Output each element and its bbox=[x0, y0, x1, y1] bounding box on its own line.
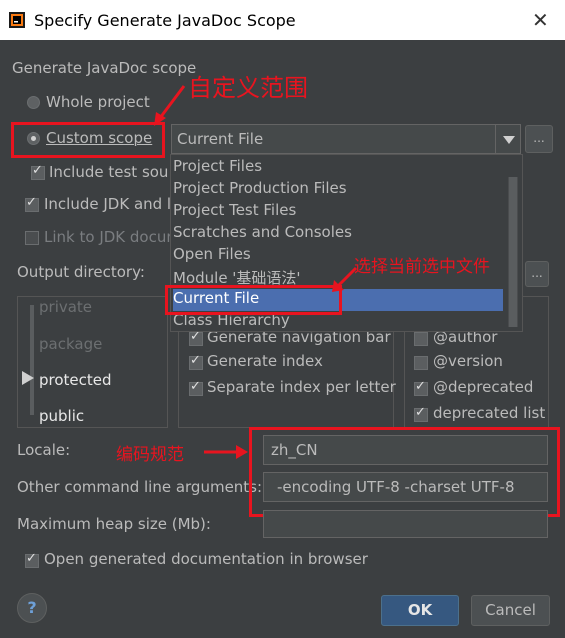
deprecated-label[interactable]: @deprecated bbox=[433, 378, 533, 396]
visibility-public[interactable]: public bbox=[39, 407, 84, 425]
annotation-arrow-icon bbox=[154, 85, 186, 126]
annotation-arrow-icon bbox=[332, 266, 358, 292]
include-jdk-checkbox[interactable] bbox=[25, 195, 39, 212]
output-directory-label: Output directory: bbox=[17, 263, 145, 281]
open-browser-checkbox[interactable] bbox=[25, 551, 39, 568]
help-button[interactable]: ? bbox=[17, 593, 47, 623]
custom-scope-annotation: 自定义范围 bbox=[188, 74, 308, 102]
encoding-annotation: 编码规范 bbox=[116, 445, 184, 465]
encoding-highlight bbox=[249, 427, 560, 517]
heap-label: Maximum heap size (Mb): bbox=[17, 515, 211, 533]
separate-index-label[interactable]: Separate index per letter bbox=[207, 378, 396, 396]
open-browser-label[interactable]: Open generated documentation in browser bbox=[44, 550, 368, 568]
dropdown-scrollbar[interactable] bbox=[508, 177, 518, 327]
include-test-label[interactable]: Include test sources bbox=[49, 163, 169, 181]
visibility-protected[interactable]: protected bbox=[39, 371, 112, 389]
link-jdk-label[interactable]: Link to JDK documentation (instead of ge… bbox=[44, 228, 170, 246]
other-args-label: Other command line arguments: bbox=[17, 478, 263, 496]
current-file-annotation: 选择当前选中文件 bbox=[354, 257, 490, 277]
close-icon[interactable]: ✕ bbox=[532, 8, 549, 32]
chevron-down-icon[interactable] bbox=[495, 125, 520, 153]
include-jdk-label[interactable]: Include JDK and library sources in -sour… bbox=[44, 195, 170, 213]
intellij-app-icon bbox=[9, 12, 25, 28]
heap-field[interactable] bbox=[263, 510, 548, 538]
separate-index-checkbox[interactable] bbox=[189, 379, 203, 396]
scope-combobox-value: Current File bbox=[177, 130, 264, 148]
cancel-button[interactable]: Cancel bbox=[471, 595, 550, 626]
dropdown-item[interactable]: Scratches and Consoles bbox=[173, 223, 352, 245]
dropdown-item[interactable]: Project Files bbox=[173, 157, 262, 179]
version-label[interactable]: @version bbox=[433, 352, 503, 370]
output-browse-button[interactable]: ... bbox=[525, 261, 549, 287]
custom-scope-radio[interactable] bbox=[27, 132, 40, 145]
current-file-highlight bbox=[165, 285, 342, 315]
generate-index-label[interactable]: Generate index bbox=[207, 352, 323, 370]
dropdown-item[interactable]: Project Test Files bbox=[173, 201, 296, 223]
include-test-checkbox[interactable] bbox=[31, 163, 45, 180]
dropdown-item[interactable]: Open Files bbox=[173, 245, 251, 267]
whole-project-radio[interactable] bbox=[27, 96, 40, 109]
custom-scope-label[interactable]: Custom scope bbox=[46, 129, 152, 147]
visibility-private[interactable]: private bbox=[39, 298, 92, 316]
scope-combobox[interactable]: Current File bbox=[171, 124, 521, 154]
dropdown-scrollbar-thumb[interactable] bbox=[509, 177, 517, 327]
dropdown-item[interactable]: Project Production Files bbox=[173, 179, 347, 201]
scope-more-button[interactable]: ... bbox=[525, 125, 553, 153]
slider-handle-icon[interactable] bbox=[22, 371, 34, 385]
deprecated-list-label[interactable]: deprecated list bbox=[433, 404, 545, 422]
window-title: Specify Generate JavaDoc Scope bbox=[34, 11, 296, 30]
visibility-slider-track[interactable] bbox=[30, 305, 34, 415]
generate-index-checkbox[interactable] bbox=[189, 353, 203, 370]
ok-button[interactable]: OK bbox=[381, 595, 459, 626]
locale-label: Locale: bbox=[17, 441, 71, 459]
author-checkbox[interactable] bbox=[414, 332, 428, 346]
link-jdk-checkbox[interactable] bbox=[25, 231, 39, 245]
whole-project-label[interactable]: Whole project bbox=[46, 93, 150, 111]
visibility-package[interactable]: package bbox=[39, 335, 102, 353]
deprecated-checkbox[interactable] bbox=[414, 379, 428, 396]
title-bar: Specify Generate JavaDoc Scope ✕ bbox=[0, 0, 565, 40]
deprecated-list-checkbox[interactable] bbox=[414, 405, 428, 422]
version-checkbox[interactable] bbox=[414, 356, 428, 370]
generate-nav-checkbox[interactable] bbox=[189, 329, 203, 346]
scope-group-label: Generate JavaDoc scope bbox=[12, 59, 197, 77]
annotation-arrow-icon bbox=[204, 445, 248, 459]
